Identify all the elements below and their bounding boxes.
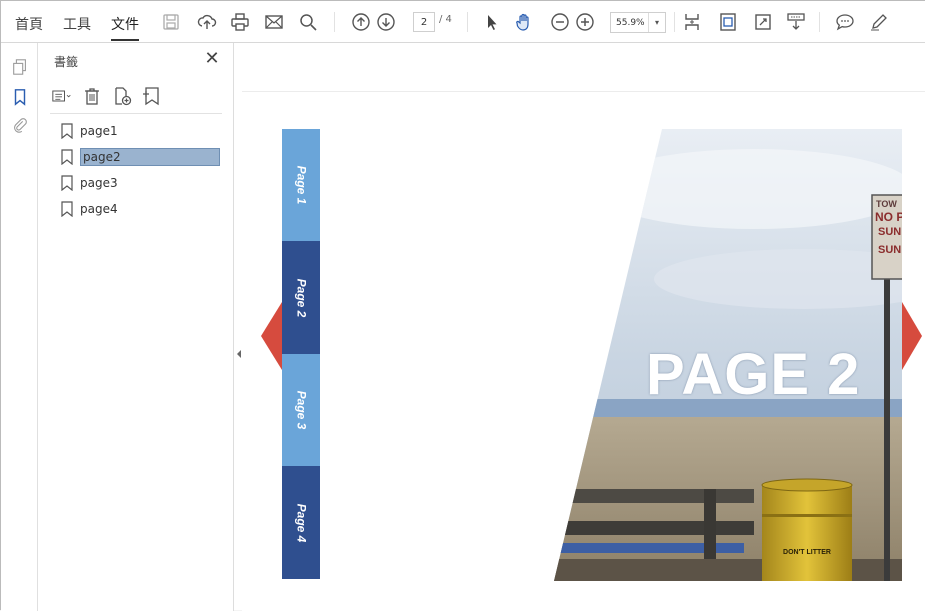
slide-tab-label: Page 3 xyxy=(294,390,309,430)
slide-tab-page2[interactable]: Page 2 xyxy=(282,241,320,354)
bookmark-icon xyxy=(61,175,73,191)
fullscreen-icon[interactable] xyxy=(753,11,773,33)
slide-tab-page3[interactable]: Page 3 xyxy=(282,354,320,466)
slide-tab-page1[interactable]: Page 1 xyxy=(282,129,320,241)
save-icon[interactable] xyxy=(161,11,181,33)
attachment-icon[interactable] xyxy=(10,115,30,135)
select-cursor-icon[interactable] xyxy=(482,11,502,33)
sign-line: NO PA xyxy=(875,210,902,224)
prev-page-icon[interactable] xyxy=(351,11,371,33)
delete-icon[interactable] xyxy=(82,86,102,106)
close-icon[interactable]: ✕ xyxy=(204,50,220,68)
zoom-level-value: 55.9% xyxy=(616,17,645,28)
bookmark-label: page1 xyxy=(80,124,118,138)
slide-page: Page 1 Page 2 Page 3 Page 4 DON'T LITTER… xyxy=(254,129,922,581)
bookmark-icon xyxy=(61,149,73,165)
panel-title: 書籤 xyxy=(54,55,79,69)
document-view[interactable]: Page 1 Page 2 Page 3 Page 4 DON'T LITTER… xyxy=(242,43,925,611)
panel-divider xyxy=(50,113,222,114)
hand-tool-icon[interactable] xyxy=(514,11,534,33)
new-bookmark-icon[interactable] xyxy=(112,86,132,106)
bookmarks-panel: 書籤 ✕ page1 page2 page3 page4 xyxy=(38,43,234,611)
tab-tools[interactable]: 工具 xyxy=(63,13,91,35)
tag-bookmark-icon[interactable] xyxy=(142,86,162,106)
bookmark-item[interactable]: page4 xyxy=(60,198,118,220)
main-toolbar: 首頁 工具 文件 2 / 4 55.9% ▾ xyxy=(1,1,925,43)
sign-line: TOW xyxy=(876,199,897,209)
print-icon[interactable] xyxy=(230,11,250,33)
slide-tab-label: Page 4 xyxy=(294,503,309,542)
bookmark-item[interactable]: page1 xyxy=(60,120,118,142)
bookmark-item-selected[interactable]: page2 xyxy=(60,146,220,168)
slide-tab-label: Page 1 xyxy=(294,165,309,205)
bookmark-icon xyxy=(61,123,73,139)
toolbar-separator xyxy=(674,12,675,32)
page-total: / 4 xyxy=(439,14,452,25)
barrel-text: DON'T LITTER xyxy=(783,549,831,556)
mail-icon[interactable] xyxy=(264,11,284,33)
chevron-down-icon[interactable]: ▾ xyxy=(648,13,665,32)
options-menu-icon[interactable] xyxy=(52,86,72,106)
search-icon[interactable] xyxy=(298,11,318,33)
sign-line: SUN xyxy=(878,244,901,256)
fit-width-icon[interactable] xyxy=(718,11,738,33)
bookmark-label: page4 xyxy=(80,202,118,216)
zoom-in-icon[interactable] xyxy=(575,11,595,33)
slide-tab-page4[interactable]: Page 4 xyxy=(282,466,320,579)
zoom-out-icon[interactable] xyxy=(550,11,570,33)
toolbar-separator xyxy=(334,12,335,32)
sign-line: SUN xyxy=(878,226,901,238)
bookmark-item[interactable]: page3 xyxy=(60,172,118,194)
navigation-rail xyxy=(1,43,38,611)
comment-icon[interactable] xyxy=(835,11,855,33)
sign-icon[interactable] xyxy=(869,11,889,33)
bookmark-icon xyxy=(61,201,73,217)
slide-heading: PAGE 2 xyxy=(646,342,861,407)
page-edge xyxy=(242,91,925,92)
bookmark-label: page2 xyxy=(80,148,220,166)
bookmark-toolbar xyxy=(52,85,162,107)
next-page-icon[interactable] xyxy=(376,11,396,33)
upload-icon[interactable] xyxy=(197,11,217,33)
fit-page-icon[interactable] xyxy=(682,11,702,33)
pdf-reader-window: 首頁 工具 文件 2 / 4 55.9% ▾ 書籤 ✕ page1 page2 … xyxy=(0,0,925,611)
bookmark-label: page3 xyxy=(80,176,118,190)
bookmark-panel-icon[interactable] xyxy=(10,87,30,107)
page-thumbnails-icon[interactable] xyxy=(10,57,30,77)
arrow-right-shape xyxy=(902,302,922,370)
tab-document[interactable]: 文件 xyxy=(111,13,139,41)
tab-home[interactable]: 首頁 xyxy=(15,13,43,35)
slide-tab-label: Page 2 xyxy=(294,278,309,317)
page-number-input[interactable]: 2 xyxy=(413,12,435,32)
read-mode-icon[interactable] xyxy=(786,11,806,33)
arrow-left-shape xyxy=(261,302,282,370)
toolbar-separator xyxy=(467,12,468,32)
zoom-level-select[interactable]: 55.9% ▾ xyxy=(610,12,666,33)
toolbar-separator xyxy=(819,12,820,32)
